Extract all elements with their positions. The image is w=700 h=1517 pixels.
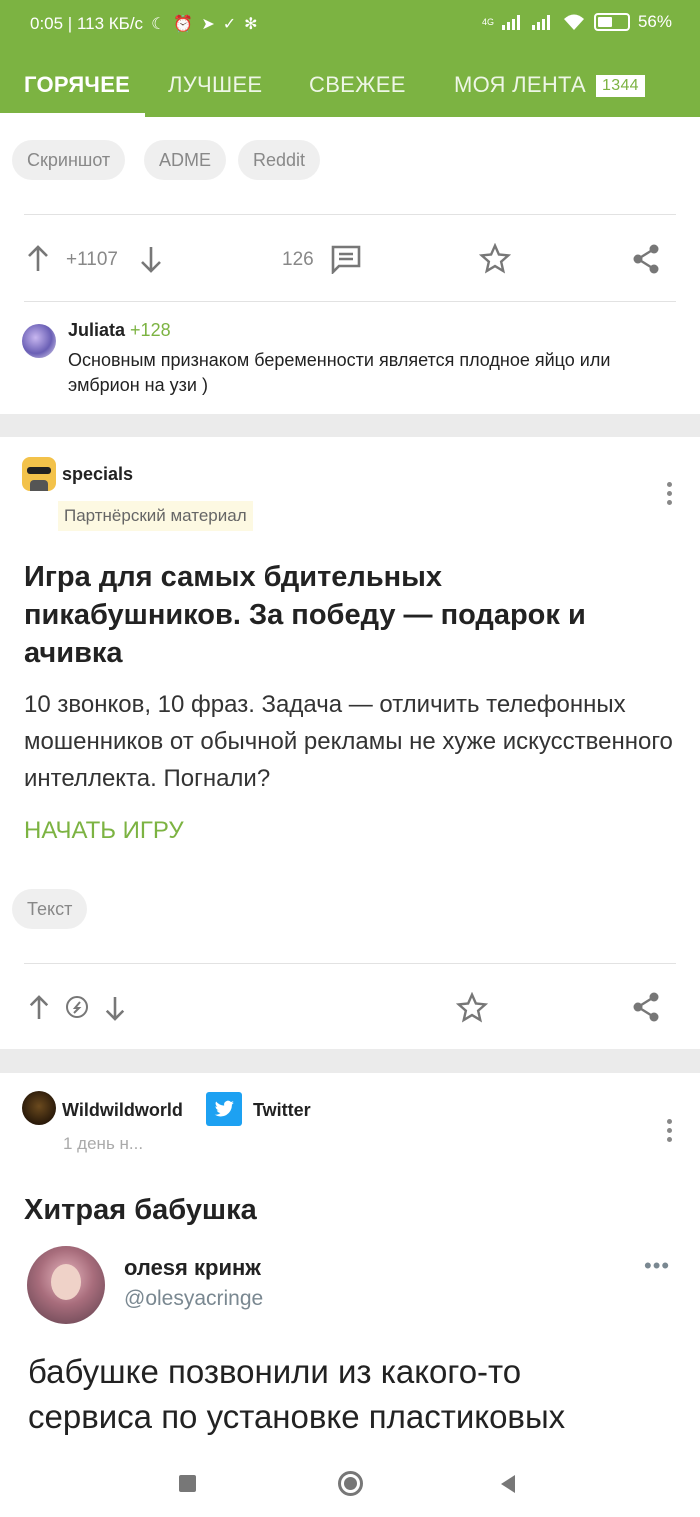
tweet-name: олеsя кринж — [124, 1255, 261, 1280]
battery-percent: 56% — [637, 12, 672, 31]
back-button[interactable] — [499, 1473, 517, 1495]
app-header: 0:05 | 113 КБ/с ☾ ⏰ ➤ ✓ ✻ 4G 56% ГОРЯЧЕЕ… — [0, 0, 700, 117]
more-options-icon[interactable] — [667, 482, 673, 509]
star-icon[interactable] — [456, 992, 488, 1024]
wifi-icon — [563, 14, 584, 30]
tab-hot[interactable]: ГОРЯЧЕЕ — [24, 72, 130, 98]
divider — [24, 214, 676, 215]
home-button[interactable] — [338, 1471, 363, 1496]
author-avatar[interactable] — [22, 1091, 56, 1125]
post-card-3: Wildwildworld Twitter 1 день н... Хитрая… — [0, 1073, 700, 1450]
post-title[interactable]: Хитрая бабушка — [24, 1194, 257, 1227]
post-body: 10 звонков, 10 фраз. Задача — отличить т… — [24, 691, 673, 792]
check-circle-icon: ✓ — [222, 16, 237, 33]
telegram-icon: ➤ — [201, 16, 215, 33]
status-time: 0:05 | 113 КБ/с — [30, 14, 144, 33]
alarm-icon: ⏰ — [173, 16, 194, 33]
recent-apps-button[interactable] — [179, 1475, 196, 1492]
share-icon[interactable] — [631, 991, 661, 1023]
status-bar: 0:05 | 113 КБ/с ☾ ⏰ ➤ ✓ ✻ 4G 56% — [0, 0, 700, 50]
upvote-icon[interactable] — [26, 245, 50, 273]
partner-label: Партнёрский материал — [58, 501, 253, 531]
rating-hidden-icon — [66, 996, 88, 1018]
downvote-icon[interactable] — [139, 245, 163, 273]
tag-chip[interactable]: Текст — [12, 889, 88, 929]
divider — [24, 301, 676, 302]
tab-my-feed[interactable]: МОЯ ЛЕНТА 1344 — [454, 72, 645, 98]
comments-icon[interactable] — [330, 244, 362, 274]
more-options-icon[interactable] — [667, 1119, 673, 1146]
post-time: 1 день н... — [63, 1134, 144, 1153]
downvote-icon[interactable] — [104, 995, 126, 1021]
specials-avatar[interactable] — [22, 457, 56, 491]
post-author[interactable]: Wildwildworld — [62, 1100, 183, 1121]
system-nav-bar — [0, 1450, 700, 1517]
comment-header: Juliata +128 — [68, 320, 171, 341]
post-title[interactable]: Игра для самых бдительных пикабушников. … — [24, 558, 664, 672]
star-icon[interactable] — [479, 243, 511, 275]
battery-icon — [593, 13, 630, 31]
divider — [24, 963, 676, 964]
tweet-text-line-2: сервиса по установке пластиковых — [28, 1398, 566, 1435]
comment-author-avatar[interactable] — [22, 324, 56, 358]
tweet-screenshot[interactable]: олеsя кринж @olesyacringe ••• бабушке по… — [24, 1236, 676, 1450]
comment-score: +128 — [130, 320, 171, 340]
post-card-2: specials Партнёрский материал Игра для с… — [0, 437, 700, 1049]
twitter-bird-icon — [214, 1100, 234, 1117]
comment-text: Основным признаком беременности является… — [68, 350, 611, 395]
comment-author[interactable]: Juliata — [68, 320, 125, 340]
share-icon[interactable] — [631, 243, 661, 275]
twitter-community-icon[interactable] — [206, 1092, 242, 1126]
post-rating: +1107 — [66, 249, 118, 270]
atom-icon: ✻ — [244, 16, 258, 33]
upvote-icon[interactable] — [28, 995, 50, 1021]
tweet-handle: @olesyacringe — [124, 1287, 264, 1310]
feed-tabs: ГОРЯЧЕЕ ЛУЧШЕЕ СВЕЖЕЕ МОЯ ЛЕНТА 1344 — [0, 58, 700, 117]
post-card-1: Скриншот ADME Reddit +1107 126 Juliata +… — [0, 117, 700, 414]
tab-best[interactable]: ЛУЧШЕЕ — [168, 72, 262, 98]
tab-my-feed-label: МОЯ ЛЕНТА — [454, 72, 587, 97]
moon-icon: ☾ — [151, 16, 166, 33]
signal-2-icon — [531, 15, 550, 30]
post-author[interactable]: specials — [62, 464, 133, 485]
tag-chip[interactable]: Скриншот — [12, 140, 126, 180]
tag-chip[interactable]: Reddit — [238, 140, 321, 180]
tag-chip[interactable]: ADME — [144, 140, 227, 180]
community-name[interactable]: Twitter — [253, 1100, 311, 1121]
tab-fresh[interactable]: СВЕЖЕЕ — [309, 72, 406, 98]
tweet-more-icon: ••• — [644, 1253, 671, 1278]
feed-count-badge: 1344 — [596, 75, 645, 97]
start-game-link[interactable]: НАЧАТЬ ИГРУ — [24, 817, 184, 845]
tweet-avatar — [27, 1246, 105, 1324]
network-type: 4G — [481, 17, 494, 27]
comments-count: 126 — [282, 249, 314, 270]
tweet-text-line-1: бабушке позвонили из какого-то — [28, 1353, 522, 1390]
signal-icon — [501, 15, 520, 30]
